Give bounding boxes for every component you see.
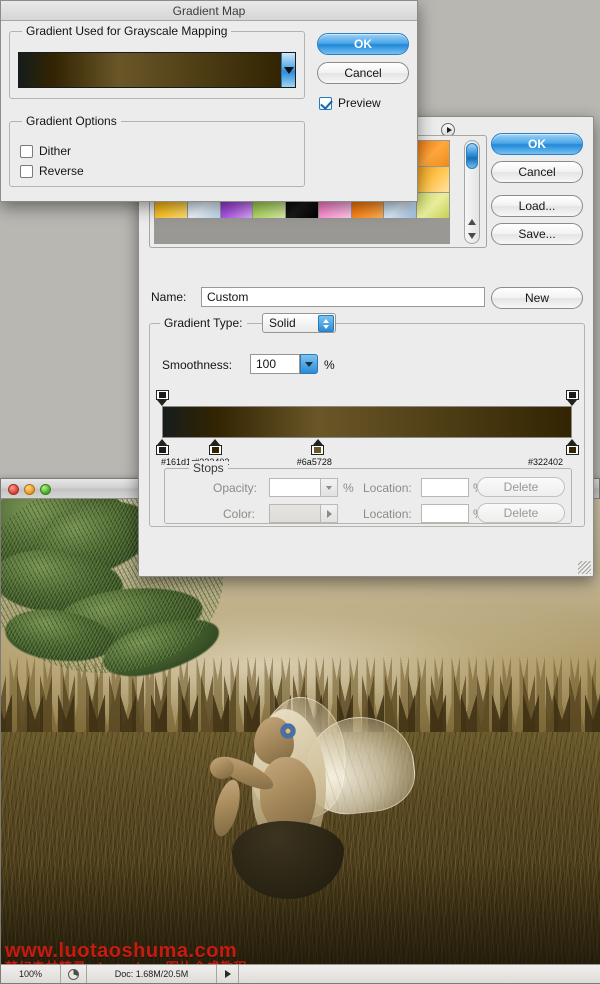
smoothness-input[interactable]: 100: [250, 354, 300, 374]
gradient-map-dropdown-icon[interactable]: [281, 53, 295, 87]
zoom-level[interactable]: 100%: [1, 965, 61, 983]
opacity-location-input[interactable]: [421, 478, 469, 497]
name-label: Name:: [151, 290, 187, 304]
opacity-label: Opacity:: [213, 481, 258, 495]
smoothness-dropdown-icon[interactable]: [300, 354, 318, 374]
gradient-preview-strip[interactable]: [162, 406, 572, 438]
gradient-type-label: Gradient Type:: [160, 316, 247, 330]
gradient-options-fieldset: Gradient Options Dither Reverse: [9, 114, 305, 187]
delete-color-stop-button[interactable]: Delete: [477, 503, 565, 523]
gradient-preset-swatch[interactable]: [417, 141, 449, 166]
gradient-map-cancel-button[interactable]: Cancel: [317, 62, 409, 84]
fairy-forearm: [209, 777, 245, 839]
presets-scrollbar-thumb[interactable]: [466, 143, 478, 169]
opacity-dropdown-icon[interactable]: [321, 478, 338, 497]
dither-checkbox[interactable]: [20, 144, 33, 158]
gradient-map-swatch-control[interactable]: [18, 52, 296, 88]
color-location-input[interactable]: [421, 504, 469, 523]
gradient-type-stepper-icon[interactable]: [318, 315, 334, 332]
smoothness-percent-symbol: %: [324, 358, 335, 372]
opacity-location-label: Location:: [363, 481, 412, 495]
color-location-label: Location:: [363, 507, 412, 521]
gradient-preset-swatch[interactable]: [417, 167, 449, 192]
gradient-map-title: Gradient Map: [1, 1, 417, 21]
reverse-checkbox[interactable]: [20, 164, 33, 178]
gradient-map-ok-button[interactable]: OK: [317, 33, 409, 55]
preview-checkbox[interactable]: [319, 96, 332, 110]
stops-legend: Stops: [189, 461, 228, 475]
color-label: Color:: [223, 507, 256, 521]
color-stop-marker[interactable]: [311, 439, 325, 455]
gradient-editor-cancel-button[interactable]: Cancel: [491, 161, 583, 183]
gradient-editor-ok-button[interactable]: OK: [491, 133, 583, 155]
dither-label: Dither: [39, 144, 72, 158]
load-gradient-button[interactable]: Load...: [491, 195, 583, 217]
smoothness-label: Smoothness:: [162, 358, 233, 372]
delete-opacity-stop-button[interactable]: Delete: [477, 477, 565, 497]
gradient-name-value: Custom: [207, 290, 249, 304]
color-stop-marker[interactable]: [565, 439, 579, 455]
smoothness-value: 100: [256, 357, 277, 371]
color-swatch-input[interactable]: [269, 504, 321, 523]
opacity-percent-symbol: %: [343, 481, 354, 495]
fairy-hair-flower: [278, 723, 298, 739]
preview-checkbox-row[interactable]: Preview: [319, 96, 381, 110]
gradient-map-dialog[interactable]: Gradient Map Gradient Used for Grayscale…: [0, 0, 418, 202]
close-window-button[interactable]: [8, 484, 19, 495]
reverse-checkbox-row[interactable]: Reverse: [20, 164, 84, 178]
status-menu-arrow-icon[interactable]: [217, 965, 239, 983]
gradient-map-swatch[interactable]: [19, 53, 281, 87]
doc-size-info: Doc: 1.68M/20.5M: [87, 965, 217, 983]
color-picker-arrow-icon[interactable]: [321, 504, 338, 523]
color-stop-hex-label: #6a5728: [296, 457, 332, 467]
stops-fieldset: Stops Opacity: % Location: % Delete Colo…: [164, 461, 572, 524]
gradient-mapping-legend: Gradient Used for Grayscale Mapping: [22, 24, 232, 38]
gradient-mapping-fieldset: Gradient Used for Grayscale Mapping: [9, 24, 305, 99]
fairy-skirt: [232, 821, 344, 899]
status-spacer: [239, 965, 600, 983]
resize-grip-icon[interactable]: [578, 561, 591, 574]
gradient-name-input[interactable]: Custom: [201, 287, 485, 307]
gradient-preset-swatch[interactable]: [417, 193, 449, 218]
scroll-down-icon[interactable]: [468, 233, 476, 239]
scroll-up-icon[interactable]: [468, 219, 476, 225]
presets-scrollbar[interactable]: [464, 140, 480, 244]
gradient-type-value: Solid: [269, 316, 296, 330]
minimize-window-button[interactable]: [24, 484, 35, 495]
opacity-stop-marker[interactable]: [155, 390, 169, 406]
gradient-type-select[interactable]: Solid: [262, 313, 336, 333]
zoom-window-button[interactable]: [40, 484, 51, 495]
doc-pie-icon: [61, 965, 87, 983]
new-gradient-button[interactable]: New: [491, 287, 583, 309]
dither-checkbox-row[interactable]: Dither: [20, 144, 71, 158]
save-gradient-button[interactable]: Save...: [491, 223, 583, 245]
gradient-type-fieldset: Gradient Type: Solid Smoothness: 100 % #…: [149, 313, 585, 527]
gradient-options-legend: Gradient Options: [22, 114, 121, 128]
opacity-stop-marker[interactable]: [565, 390, 579, 406]
color-stop-marker[interactable]: [208, 439, 222, 455]
color-stop-marker[interactable]: [155, 439, 169, 455]
color-stop-hex-label: #322402: [528, 457, 564, 467]
opacity-input[interactable]: [269, 478, 321, 497]
document-status-bar: 100% Doc: 1.68M/20.5M: [1, 964, 600, 983]
preview-label: Preview: [338, 96, 381, 110]
fairy-hand: [210, 757, 234, 779]
reverse-label: Reverse: [39, 164, 84, 178]
fairy-figure: [196, 692, 426, 909]
